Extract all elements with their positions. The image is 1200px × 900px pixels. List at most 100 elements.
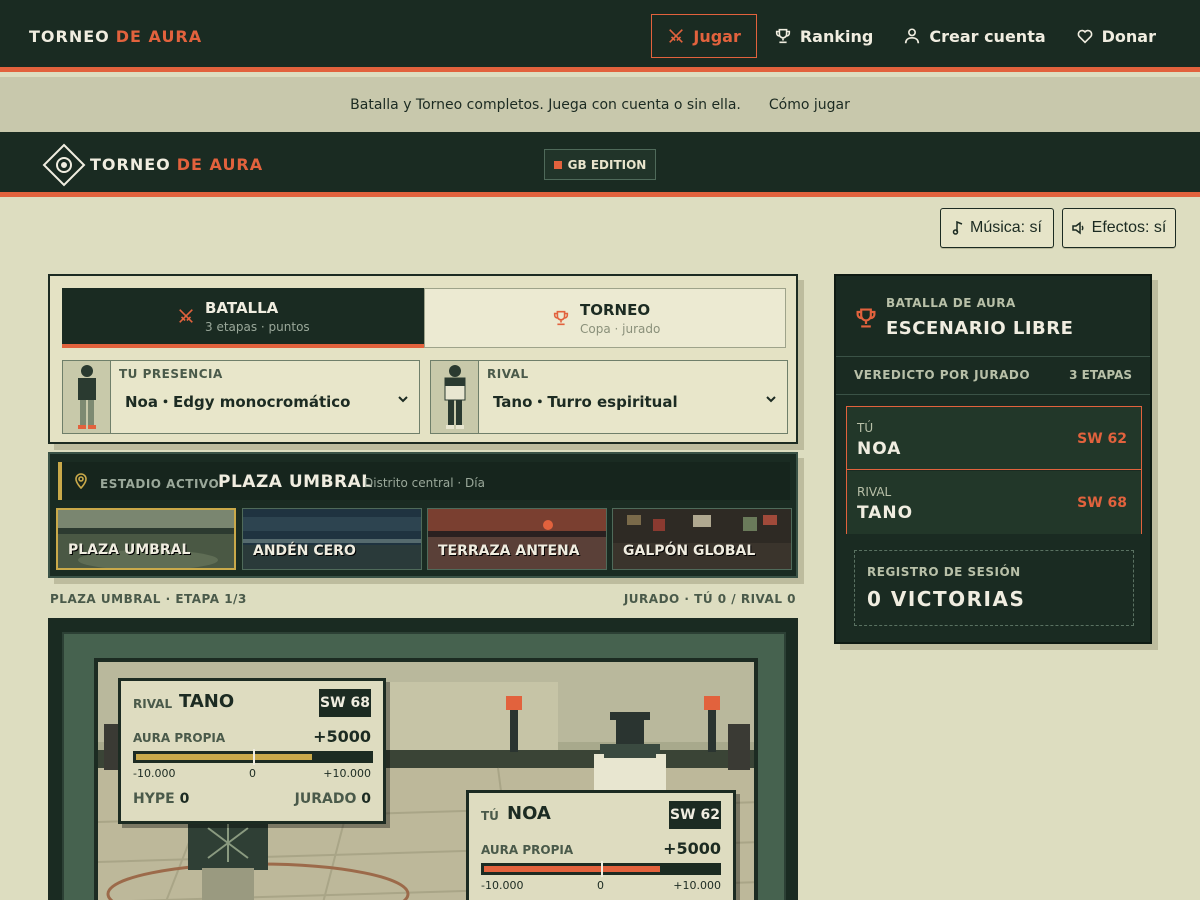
player-avatar bbox=[63, 361, 111, 433]
player-aura-max: +10.000 bbox=[673, 879, 721, 892]
stage-thumbnail bbox=[613, 509, 791, 569]
crossed-swords-icon bbox=[179, 309, 193, 323]
player-aura-midline bbox=[601, 861, 603, 877]
rival-select-caption: RIVAL bbox=[487, 367, 529, 381]
battle-arena: RIVAL TANO SW 68 AURA PROPIA +5000 -10.0… bbox=[48, 618, 798, 900]
stage-card-label: ANDÉN CERO bbox=[253, 543, 356, 559]
effects-toggle-button[interactable]: Efectos: sí bbox=[1062, 208, 1176, 248]
edition-badge: GB EDITION bbox=[544, 149, 656, 180]
session-log-value: 0 VICTORIAS bbox=[867, 587, 1026, 611]
speaker-icon bbox=[1071, 221, 1084, 235]
rival-jurado-label: JURADO bbox=[294, 791, 357, 807]
nav-crear-cuenta[interactable]: Crear cuenta bbox=[888, 14, 1060, 58]
nav-jugar[interactable]: Jugar bbox=[651, 14, 757, 58]
rival-sw-badge: SW 68 bbox=[319, 689, 371, 717]
player-aura-label: AURA PROPIA bbox=[481, 843, 574, 857]
arena-frame: RIVAL TANO SW 68 AURA PROPIA +5000 -10.0… bbox=[62, 632, 786, 900]
player-aura-value: +5000 bbox=[663, 839, 721, 858]
player-select[interactable]: TU PRESENCIA Noa・Edgy monocromático bbox=[62, 360, 420, 434]
player-row-role: TÚ bbox=[857, 421, 874, 435]
music-toggle-label: Música: sí bbox=[969, 219, 1042, 236]
player-row: TÚ NOA SW 62 bbox=[847, 407, 1141, 470]
setup-panel: BATALLA 3 etapas · puntos TORNEO Copa · ju… bbox=[48, 274, 798, 444]
rival-aura-midline bbox=[253, 749, 255, 765]
brand-text: TORNEO bbox=[29, 27, 110, 46]
nav-donar[interactable]: Donar bbox=[1061, 14, 1171, 58]
session-log: REGISTRO DE SESIÓN 0 VICTORIAS bbox=[854, 550, 1134, 626]
tab-torneo-sub: Copa · jurado bbox=[580, 321, 661, 336]
stadium-caption: ESTADIO ACTIVO bbox=[100, 477, 220, 491]
stage-card-label: PLAZA UMBRAL bbox=[68, 542, 191, 558]
rival-row-sw: SW 68 bbox=[1077, 495, 1127, 511]
stage-card[interactable]: TERRAZA ANTENA bbox=[427, 508, 607, 570]
active-stadium-bar: ESTADIO ACTIVO PLAZA UMBRAL Distrito cen… bbox=[58, 462, 790, 500]
game-title-text: TORNEO bbox=[90, 155, 171, 174]
jury-score: JURADO · TÚ 0 / RIVAL 0 bbox=[623, 592, 796, 606]
tab-batalla-sub: 3 etapas · puntos bbox=[205, 319, 310, 334]
stadium-name: PLAZA UMBRAL bbox=[218, 472, 373, 492]
battle-summary-panel: BATALLA DE AURA ESCENARIO LIBRE VEREDICT… bbox=[834, 274, 1152, 644]
rival-aura-bar bbox=[133, 749, 373, 765]
summary-caption: BATALLA DE AURA bbox=[886, 296, 1016, 310]
player-sw-badge: SW 62 bbox=[669, 801, 721, 829]
stage-progress: PLAZA UMBRAL · ETAPA 1/3 bbox=[50, 592, 247, 606]
rival-hype-label: HYPE bbox=[133, 791, 175, 807]
divider bbox=[836, 394, 1150, 395]
rival-aura-max: +10.000 bbox=[323, 767, 371, 780]
stage-thumbnail bbox=[428, 509, 606, 569]
main-nav: Jugar Ranking Crear cuenta Donar bbox=[651, 14, 1171, 58]
music-toggle-button[interactable]: Música: sí bbox=[940, 208, 1054, 248]
player-select-caption: TU PRESENCIA bbox=[119, 367, 223, 381]
user-icon bbox=[905, 28, 920, 44]
stage-card[interactable]: GALPÓN GLOBAL bbox=[612, 508, 792, 570]
player-hud-role: TÚ bbox=[481, 809, 499, 823]
rival-select[interactable]: RIVAL Tano・Turro espiritual bbox=[430, 360, 788, 434]
player-row-name: NOA bbox=[857, 439, 902, 459]
banner-text: Batalla y Torneo completos. Juega con cu… bbox=[350, 96, 741, 113]
tab-torneo[interactable]: TORNEO Copa · jurado bbox=[424, 288, 786, 348]
player-aura-bar bbox=[481, 861, 721, 877]
session-log-caption: REGISTRO DE SESIÓN bbox=[867, 565, 1021, 579]
stage-card[interactable]: PLAZA UMBRAL bbox=[56, 508, 236, 570]
nav-jugar-label: Jugar bbox=[693, 26, 741, 46]
edition-label: GB EDITION bbox=[567, 157, 647, 172]
rival-row-name: TANO bbox=[857, 503, 914, 523]
rival-jurado: JURADO 0 bbox=[295, 791, 371, 807]
player-aura-min: -10.000 bbox=[481, 879, 524, 892]
nav-crear-cuenta-label: Crear cuenta bbox=[929, 26, 1046, 46]
brand-logo[interactable]: TORNEO DE AURA bbox=[29, 27, 202, 46]
how-to-play-link[interactable]: Cómo jugar bbox=[769, 97, 850, 113]
rival-row-role: RIVAL bbox=[857, 485, 892, 499]
rival-avatar bbox=[431, 361, 479, 433]
tab-batalla[interactable]: BATALLA 3 etapas · puntos bbox=[62, 288, 424, 348]
stadium-panel: ESTADIO ACTIVO PLAZA UMBRAL Distrito cen… bbox=[48, 452, 798, 578]
players-list: TÚ NOA SW 62 RIVAL TANO SW 68 bbox=[846, 406, 1142, 534]
game-title-accent: DE AURA bbox=[176, 155, 264, 174]
game-header: TORNEO DE AURA GB EDITION bbox=[0, 132, 1200, 197]
player-hud: TÚ NOA SW 62 AURA PROPIA +5000 -10.000 0… bbox=[466, 790, 736, 900]
summary-title: ESCENARIO LIBRE bbox=[886, 318, 1074, 339]
nav-ranking-label: Ranking bbox=[799, 26, 874, 46]
stage-thumbnail bbox=[58, 510, 234, 568]
rival-hud-name: TANO bbox=[179, 691, 235, 712]
stages-count: 3 ETAPAS bbox=[1069, 368, 1132, 382]
battle-scene: RIVAL TANO SW 68 AURA PROPIA +5000 -10.0… bbox=[94, 658, 758, 900]
rival-aura-min: -10.000 bbox=[133, 767, 176, 780]
tab-batalla-label: BATALLA bbox=[205, 298, 279, 317]
info-banner: Batalla y Torneo completos. Juega con cu… bbox=[0, 77, 1200, 132]
nav-ranking[interactable]: Ranking bbox=[759, 14, 888, 58]
trophy-icon bbox=[775, 28, 790, 44]
rival-hud: RIVAL TANO SW 68 AURA PROPIA +5000 -10.0… bbox=[118, 678, 386, 824]
stage-card[interactable]: ANDÉN CERO bbox=[242, 508, 422, 570]
nav-donar-label: Donar bbox=[1101, 26, 1156, 46]
rival-jurado-value: 0 bbox=[361, 791, 371, 807]
stage-card-label: TERRAZA ANTENA bbox=[438, 543, 580, 559]
tab-torneo-label: TORNEO bbox=[580, 300, 651, 319]
rival-aura-zero: 0 bbox=[249, 767, 256, 780]
music-note-icon bbox=[952, 221, 963, 235]
map-pin-icon bbox=[75, 473, 87, 489]
target-diamond-icon bbox=[42, 143, 86, 187]
rival-aura-label: AURA PROPIA bbox=[133, 731, 226, 745]
stadium-desc: Distrito central · Día bbox=[364, 476, 485, 490]
rival-hype-value: 0 bbox=[179, 791, 190, 807]
